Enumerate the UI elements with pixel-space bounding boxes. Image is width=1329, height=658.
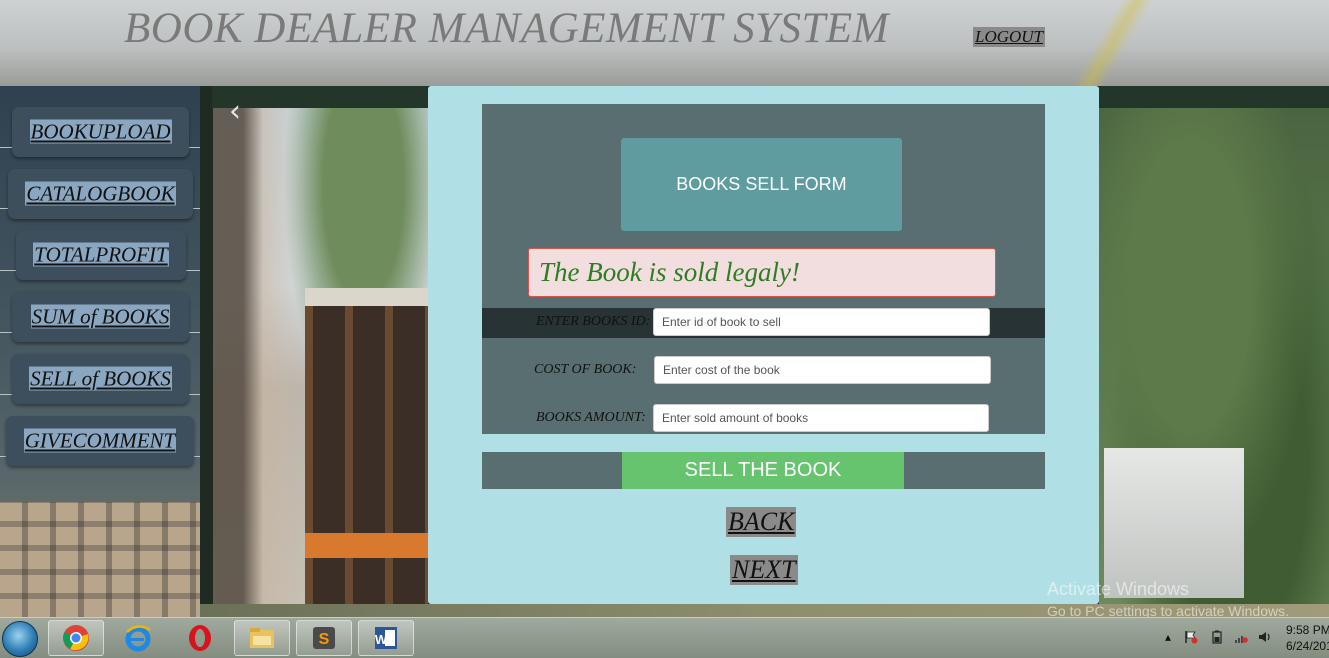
sidebar-background <box>0 86 200 617</box>
taskbar-ie-button[interactable] <box>110 620 166 656</box>
internet-explorer-icon <box>125 625 151 652</box>
books-amount-label: BOOKS AMOUNT: <box>536 410 646 425</box>
chrome-icon <box>63 625 89 651</box>
next-link[interactable]: NEXT <box>730 555 798 585</box>
back-link[interactable]: BACK <box>726 507 797 537</box>
bus-photo <box>305 288 428 636</box>
taskbar-sublime-button[interactable]: S <box>296 620 352 656</box>
flag-icon[interactable] <box>1184 630 1198 644</box>
sidebar-item-label: SELL of BOOKS <box>29 366 172 391</box>
sidebar-item-sum-of-books[interactable]: SUM of BOOKS <box>12 292 189 342</box>
success-alert: The Book is sold legaly! <box>528 248 996 297</box>
start-orb-icon[interactable] <box>2 621 38 657</box>
slide-photo-right <box>1099 108 1329 617</box>
taskbar-chrome-button[interactable] <box>48 620 104 656</box>
svg-text:W: W <box>375 632 388 647</box>
word-icon: W <box>375 627 397 649</box>
sidebar-item-catalogbook[interactable]: CATALOGBOOK <box>8 169 193 219</box>
volume-icon[interactable] <box>1258 630 1272 644</box>
books-id-input[interactable] <box>653 308 990 336</box>
taskbar-word-button[interactable]: W <box>358 620 414 656</box>
file-explorer-icon <box>250 628 274 648</box>
bus-stripe <box>305 533 428 558</box>
sidebar-item-totalprofit[interactable]: TOTALPROFIT <box>16 230 186 280</box>
kiosk-photo <box>1104 448 1244 598</box>
slide-photo-left <box>213 108 428 636</box>
cost-of-book-label: COST OF BOOK: <box>534 362 637 377</box>
network-icon[interactable] <box>1234 630 1248 644</box>
sidebar-item-label: BOOKUPLOAD <box>29 119 172 144</box>
battery-icon[interactable] <box>1210 630 1224 644</box>
show-hidden-icon[interactable]: ▴ <box>1161 630 1175 644</box>
books-amount-input[interactable] <box>653 404 989 432</box>
taskbar-explorer-button[interactable] <box>234 620 290 656</box>
taskbar: S W ▴ 9:58 PM 6/24/2018 <box>0 617 1329 658</box>
sidebar-item-givecomment[interactable]: GIVECOMMENT <box>6 416 194 466</box>
sidebar-item-label: TOTALPROFIT <box>33 242 169 267</box>
clock-date: 6/24/2018 <box>1286 639 1329 653</box>
taskbar-opera-button[interactable] <box>172 620 228 656</box>
form-title: BOOKS SELL FORM <box>621 138 902 231</box>
sublime-text-icon: S <box>313 627 335 649</box>
logout-link[interactable]: LOGOUT <box>973 27 1046 47</box>
sell-the-book-button[interactable]: SELL THE BOOK <box>622 452 904 489</box>
cost-of-book-input[interactable] <box>654 356 991 384</box>
svg-text:S: S <box>319 631 330 648</box>
system-clock[interactable]: 9:58 PM 6/24/2018 <box>1286 622 1329 654</box>
sidebar-item-bookupload[interactable]: BOOKUPLOAD <box>12 107 189 157</box>
sidebar-item-label: GIVECOMMENT <box>23 428 177 453</box>
chevron-left-icon[interactable]: ‹ <box>229 94 241 129</box>
building-photo <box>0 502 200 617</box>
sidebar-item-label: SUM of BOOKS <box>30 304 171 329</box>
books-id-label: ENTER BOOKS ID: <box>536 314 651 329</box>
page-title: BOOK DEALER MANAGEMENT SYSTEM <box>124 5 890 52</box>
sidebar-item-sell-of-books[interactable]: SELL of BOOKS <box>12 354 189 404</box>
activation-watermark-title: Activate Windows <box>1047 579 1190 599</box>
clock-time: 9:58 PM <box>1286 623 1329 637</box>
sidebar-item-label: CATALOGBOOK <box>25 181 176 206</box>
opera-icon <box>189 625 211 651</box>
